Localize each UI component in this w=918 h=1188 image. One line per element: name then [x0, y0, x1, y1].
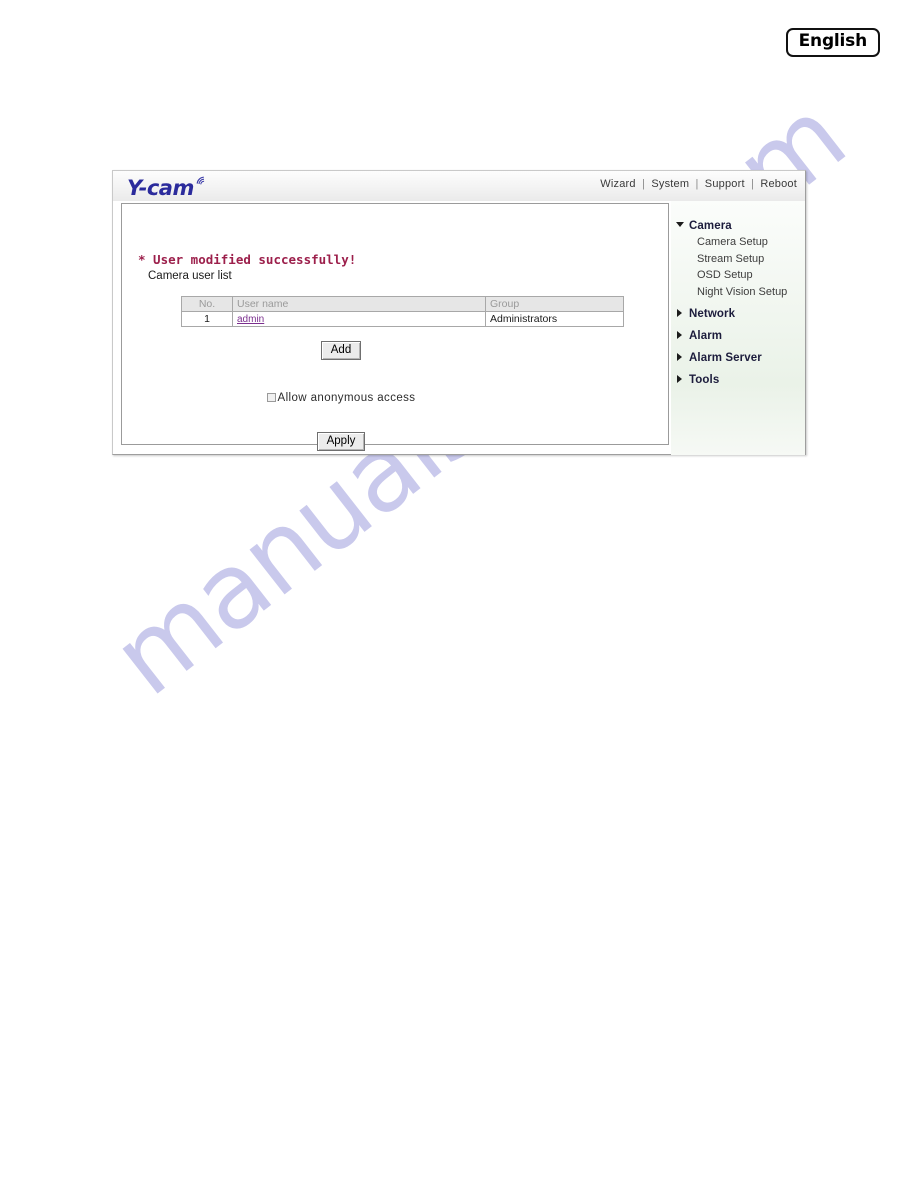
sidebar-group-label-network: Network — [689, 308, 736, 320]
chevron-right-icon[interactable] — [677, 375, 682, 383]
language-badge[interactable]: English — [785, 28, 880, 57]
sidebar-item-camera-setup[interactable]: Camera Setup — [671, 234, 805, 251]
column-header-user-name: User name — [232, 296, 486, 312]
content-panel: * User modified successfully! Camera use… — [121, 203, 670, 451]
sidebar-group-alarm-server[interactable]: Alarm Server — [671, 347, 805, 366]
topnav-item-reboot[interactable]: Reboot — [760, 178, 797, 190]
sidebar-item-night-vision-setup[interactable]: Night Vision Setup — [671, 284, 805, 301]
topnav-item-wizard[interactable]: Wizard — [600, 178, 635, 190]
topnav-separator: | — [751, 178, 755, 190]
sidebar-group-label-tools: Tools — [689, 374, 720, 386]
top-navigation: Wizard | System | Support | Reboot — [600, 178, 797, 190]
user-name-link[interactable]: admin — [237, 314, 264, 325]
sidebar-group-camera[interactable]: Camera — [671, 215, 805, 234]
ycam-logo: Y-cam — [127, 175, 206, 199]
app-header: Y-cam Wizard | System | Support | Reboot — [113, 171, 805, 201]
add-button-row: Add — [122, 340, 670, 360]
sidebar-item-stream-setup[interactable]: Stream Setup — [671, 251, 805, 268]
page-title: Camera user list — [148, 270, 232, 282]
language-badge-label: English — [798, 31, 868, 51]
chevron-right-icon[interactable] — [677, 331, 682, 339]
chevron-right-icon[interactable] — [677, 353, 682, 361]
topnav-separator: | — [642, 178, 646, 190]
topnav-item-support[interactable]: Support — [705, 178, 745, 190]
chevron-down-icon[interactable] — [676, 222, 684, 227]
allow-anonymous-access-label: Allow anonymous access — [277, 392, 416, 404]
sidebar-item-osd-setup[interactable]: OSD Setup — [671, 267, 805, 284]
table-header-row: No. User name Group — [181, 296, 624, 312]
cell-no: 1 — [181, 311, 233, 327]
cell-group: Administrators — [485, 311, 624, 327]
sidebar-group-alarm[interactable]: Alarm — [671, 325, 805, 344]
topnav-separator: | — [695, 178, 699, 190]
allow-anonymous-access-checkbox[interactable] — [266, 393, 276, 402]
add-button[interactable]: Add — [320, 341, 362, 360]
logo-wordmark: Y-cam — [127, 176, 194, 200]
sidebar-navigation: Camera Camera Setup Stream Setup OSD Set… — [671, 201, 805, 455]
sidebar-group-network[interactable]: Network — [671, 303, 805, 322]
column-header-group: Group — [485, 296, 624, 312]
column-header-no: No. — [181, 296, 233, 312]
app-body: * User modified successfully! Camera use… — [113, 201, 805, 455]
sidebar-group-tools[interactable]: Tools — [671, 369, 805, 388]
anonymous-access-row: Allow anonymous access — [122, 388, 670, 406]
apply-button[interactable]: Apply — [316, 432, 366, 451]
sidebar-group-label-alarm-server: Alarm Server — [689, 352, 762, 364]
sidebar-group-label-alarm: Alarm — [689, 330, 723, 342]
chevron-right-icon[interactable] — [677, 309, 682, 317]
camera-user-table: No. User name Group 1 admin Administrato… — [181, 296, 624, 327]
cell-user-name: admin — [232, 311, 486, 327]
sidebar-group-label-camera: Camera — [689, 220, 732, 232]
topnav-item-system[interactable]: System — [651, 178, 689, 190]
wifi-arcs-icon — [195, 173, 206, 191]
table-row: 1 admin Administrators — [181, 311, 624, 327]
camera-web-ui-frame: Y-cam Wizard | System | Support | Reboot — [112, 170, 806, 455]
apply-button-row: Apply — [122, 431, 670, 451]
success-message: * User modified successfully! — [138, 252, 357, 267]
